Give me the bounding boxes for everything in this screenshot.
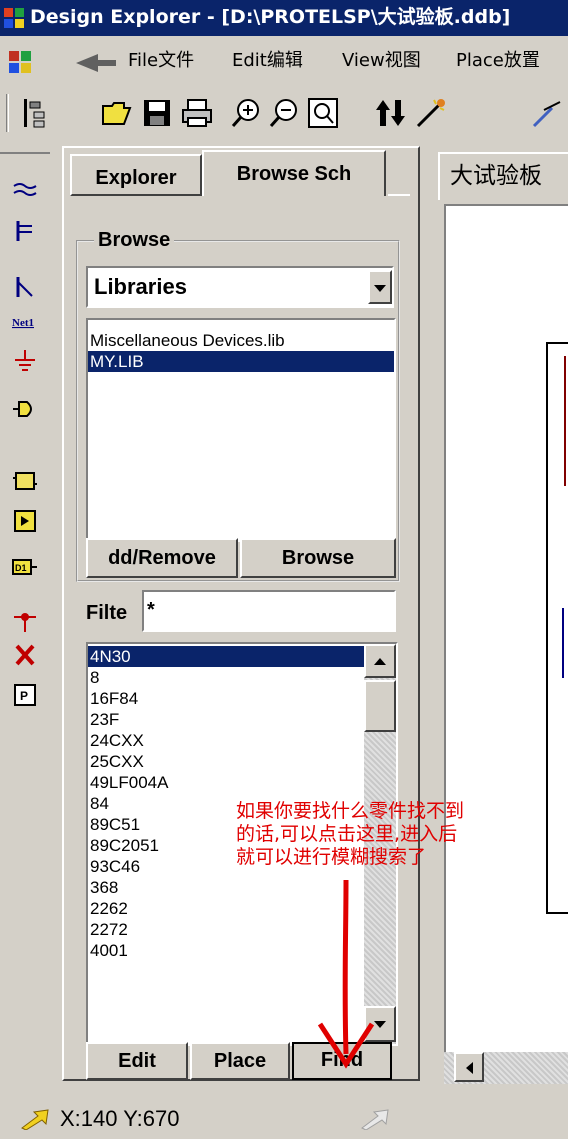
junction-icon[interactable] xyxy=(12,608,38,634)
net-label-icon[interactable]: Net1 xyxy=(12,310,38,336)
menu-edit[interactable]: Edit编辑 xyxy=(232,48,303,74)
annotation-line: 如果你要找什么零件找不到 xyxy=(236,800,465,822)
ground-icon[interactable] xyxy=(12,348,38,374)
toolbar-grip xyxy=(6,94,9,132)
tab-document[interactable]: 大试验板 xyxy=(438,152,568,200)
library-item[interactable]: Miscellaneous Devices.lib xyxy=(88,330,394,351)
no-erc-icon[interactable] xyxy=(12,642,38,668)
annotation-line: 的话,可以点击这里,进入后 xyxy=(236,823,458,845)
schematic-wire-bundle xyxy=(564,356,568,486)
cursor-coordinates: X:140 Y:670 xyxy=(60,1106,180,1131)
bus-entry-icon[interactable] xyxy=(12,274,38,300)
add-remove-button[interactable]: dd/Remove xyxy=(86,538,238,578)
chevron-up-icon xyxy=(374,658,386,665)
browse-dropdown-value: Libraries xyxy=(94,274,187,299)
window-title: Design Explorer - [D:\PROTELSP\大试验板.ddb] xyxy=(30,6,511,28)
component-item[interactable]: 24CXX xyxy=(88,730,364,751)
title-bar: Design Explorer - [D:\PROTELSP\大试验板.ddb] xyxy=(0,0,568,36)
component-item[interactable]: 23F xyxy=(88,709,364,730)
save-icon[interactable] xyxy=(140,96,174,130)
scroll-thumb[interactable] xyxy=(364,680,396,732)
svg-text:P: P xyxy=(20,689,28,703)
component-item[interactable]: 16F84 xyxy=(88,688,364,709)
dropdown-button[interactable] xyxy=(368,270,392,304)
zoom-fit-icon[interactable] xyxy=(306,96,340,130)
menu-file[interactable]: File文件 xyxy=(128,48,194,74)
pcb-layout-icon[interactable]: P xyxy=(12,682,38,708)
palette-divider xyxy=(0,152,50,154)
scroll-left-button[interactable] xyxy=(454,1052,484,1082)
schematic-wire xyxy=(562,608,568,678)
component-item-selected[interactable]: 4N30 xyxy=(88,646,364,667)
browse-button[interactable]: Browse xyxy=(240,538,396,578)
tab-browse-sch[interactable]: Browse Sch xyxy=(202,150,386,196)
tab-explorer[interactable]: Explorer xyxy=(70,154,202,196)
filter-label: Filte xyxy=(86,602,128,624)
place-button[interactable]: Place xyxy=(190,1042,290,1080)
svg-text:Net1: Net1 xyxy=(12,317,34,329)
edit-button[interactable]: Edit xyxy=(86,1042,188,1080)
port-icon[interactable] xyxy=(12,396,38,422)
bus-icon[interactable] xyxy=(12,218,38,244)
menu-place[interactable]: Place放置 xyxy=(456,48,540,74)
cross-probe-icon[interactable] xyxy=(530,96,564,130)
browse-group-label: Browse xyxy=(94,226,175,254)
chevron-left-icon xyxy=(466,1062,473,1074)
sheet-entry-icon[interactable] xyxy=(12,508,38,534)
part-icon[interactable]: D1 xyxy=(12,554,38,580)
grid-arrow-icon xyxy=(361,1109,389,1130)
annotation-text: 如果你要找什么零件找不到 的话,可以点击这里,进入后 就可以进行模糊搜索了 xyxy=(236,800,464,869)
component-item[interactable]: 49LF004A xyxy=(88,772,364,793)
svg-text:D1: D1 xyxy=(15,563,27,573)
arrow-icon xyxy=(21,1109,49,1130)
library-item-selected[interactable]: MY.LIB xyxy=(88,351,394,372)
app-icon xyxy=(4,8,24,28)
schematic-canvas[interactable] xyxy=(444,204,568,1054)
zoom-out-icon[interactable] xyxy=(268,96,302,130)
arrow-icon[interactable] xyxy=(74,52,118,74)
menu-view[interactable]: View视图 xyxy=(342,48,421,74)
wand-icon[interactable] xyxy=(414,96,448,130)
component-item[interactable]: 8 xyxy=(88,667,364,688)
annotation-arrow xyxy=(317,879,375,1069)
component-item[interactable]: 25CXX xyxy=(88,751,364,772)
design-manager-icon[interactable] xyxy=(20,96,54,130)
sheet-symbol-icon[interactable] xyxy=(12,468,38,494)
print-icon[interactable] xyxy=(180,96,214,130)
filter-input[interactable]: * xyxy=(142,590,396,632)
tab-strip-edge xyxy=(388,194,410,196)
chevron-down-icon xyxy=(374,285,386,292)
browse-dropdown[interactable]: Libraries xyxy=(86,266,394,308)
open-folder-icon[interactable] xyxy=(100,96,134,130)
zoom-in-icon[interactable] xyxy=(230,96,264,130)
library-list[interactable]: Miscellaneous Devices.lib MY.LIB xyxy=(86,318,396,542)
scroll-up-button[interactable] xyxy=(364,644,396,678)
client-icon[interactable] xyxy=(6,48,34,76)
wire-icon[interactable] xyxy=(12,176,38,202)
horizontal-scrollbar[interactable] xyxy=(444,1052,568,1084)
annotation-line: 就可以进行模糊搜索了 xyxy=(236,846,427,868)
filter-value: * xyxy=(147,599,155,621)
up-down-arrows-icon[interactable] xyxy=(374,96,408,130)
